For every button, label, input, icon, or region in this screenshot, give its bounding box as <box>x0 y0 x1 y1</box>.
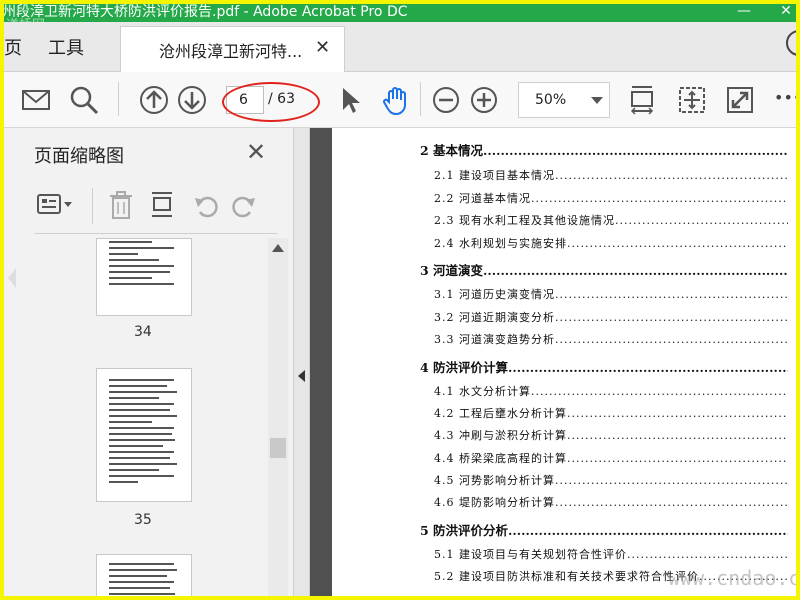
toc-entry: 4.1 水文分析计算..............................… <box>434 385 788 398</box>
toc-entry: 4.3 冲刷与淤积分析计算...........................… <box>434 429 788 442</box>
thumbnail-text-lines <box>109 241 181 289</box>
tab-bar: 页 工具 沧州段漳卫新河特... ✕ ? <box>0 22 800 72</box>
toc-entry: 2.3 现有水利工程及其他设施情况.......................… <box>434 214 788 227</box>
toc-entry: 2.2 河道基本情况..............................… <box>434 192 788 205</box>
thumbnail-scrollbar[interactable] <box>268 238 288 600</box>
page-down-icon[interactable] <box>176 84 208 116</box>
search-icon[interactable] <box>68 84 100 116</box>
divider <box>34 233 278 234</box>
window-title: 州段漳卫新河特大桥防洪评价报告.pdf - Adobe Acrobat Pro … <box>2 4 408 20</box>
thumbnail-text-lines <box>109 379 181 487</box>
trash-icon[interactable] <box>108 190 134 220</box>
zoom-value: 50% <box>535 92 567 108</box>
tab-document-label: 沧州段漳卫新河特... <box>159 42 303 61</box>
full-screen-icon[interactable] <box>724 84 756 116</box>
thumbnail-page-36[interactable] <box>96 554 192 600</box>
scroll-up-arrow-icon[interactable] <box>272 244 284 252</box>
tab-home[interactable]: 页 <box>4 34 22 60</box>
scrollbar-thumb[interactable] <box>270 438 286 458</box>
toc-entry: 4.4 桥梁梁底高程的计算...........................… <box>434 452 788 465</box>
toc-entry: 4.6 堤防影响分析计算............................… <box>434 496 788 509</box>
pdf-page: 2 基本情况..................................… <box>332 128 800 600</box>
toc-entry: 5.1 建设项目与有关规划符合性评价......................… <box>434 548 788 561</box>
zoom-out-icon[interactable] <box>430 84 462 116</box>
thumbnail-page-number: 34 <box>134 324 152 340</box>
thumbnail-page-number: 35 <box>134 512 152 528</box>
rotate-view-icon[interactable] <box>676 84 708 116</box>
thumbnail-text-lines <box>109 563 181 599</box>
mail-icon[interactable] <box>20 84 52 116</box>
highlight-ellipse-annotation <box>222 82 320 122</box>
close-window-button[interactable]: ✕ <box>776 1 796 21</box>
minimize-button[interactable]: — <box>734 1 754 21</box>
thumbnail-page-34[interactable] <box>96 238 192 316</box>
toc-entry: 2.4 水利规划与实施安排...........................… <box>434 237 788 250</box>
document-view[interactable]: 2 基本情况..................................… <box>310 128 800 600</box>
toc-entry: 2.1 建设项目基本情况............................… <box>434 169 788 182</box>
toc-heading: 2 基本情况..................................… <box>420 143 788 158</box>
page-up-icon[interactable] <box>138 84 170 116</box>
panel-collapse-handle[interactable] <box>294 128 310 600</box>
toolbar-separator <box>420 82 421 116</box>
toc-heading: 3 河道演变..................................… <box>420 263 788 278</box>
thumbnail-options-icon[interactable] <box>36 192 76 220</box>
chevron-down-icon <box>591 97 603 104</box>
main-toolbar: 6 / 63 50% ••• <box>0 72 800 128</box>
collapse-arrow-icon <box>298 370 305 382</box>
thumbnail-toolbar <box>4 184 294 234</box>
panel-close-button[interactable]: ✕ <box>246 138 266 166</box>
toolbar-separator <box>118 82 119 116</box>
toc-entry: 3.1 河道历史演变情况............................… <box>434 288 788 301</box>
fit-page-icon[interactable] <box>626 84 658 116</box>
thumbnail-page-35[interactable] <box>96 368 192 502</box>
tab-document[interactable]: 沧州段漳卫新河特... ✕ <box>120 26 345 72</box>
tab-tools[interactable]: 工具 <box>48 34 84 60</box>
toolbar-separator <box>92 188 93 224</box>
zoom-in-icon[interactable] <box>468 84 500 116</box>
insert-page-icon[interactable] <box>148 190 176 220</box>
select-arrow-icon[interactable] <box>334 84 366 116</box>
toc-entry: 4.2 工程后壅水分析计算...........................… <box>434 407 788 420</box>
zoom-select[interactable]: 50% <box>518 82 610 118</box>
toc-heading: 4 防洪评价计算................................… <box>420 360 788 375</box>
toc-entry: 4.5 河势影响分析计算............................… <box>434 474 788 487</box>
rotate-clockwise-icon[interactable] <box>230 192 258 220</box>
rotate-counterclockwise-icon[interactable] <box>192 192 220 220</box>
watermark-bottom-right: www.cndao.com <box>668 566 800 590</box>
title-bar: 州段漳卫新河特大桥防洪评价报告.pdf - Adobe Acrobat Pro … <box>0 0 800 22</box>
thumbnail-list: 34 35 <box>4 238 266 600</box>
toc-entry: 3.3 河道演变趋势分析............................… <box>434 333 788 346</box>
more-icon[interactable]: ••• <box>774 88 800 107</box>
panel-title: 页面缩略图 <box>34 146 124 167</box>
help-button[interactable]: ? <box>786 30 800 56</box>
hand-icon[interactable] <box>380 84 412 116</box>
toc-heading: 5 防洪评价分析................................… <box>420 523 788 538</box>
thumbnails-panel: 页面缩略图 ✕ 34 35 <box>4 128 294 600</box>
toc-entry: 3.2 河道近期演变分析............................… <box>434 311 788 324</box>
tab-close-button[interactable]: ✕ <box>315 37 330 58</box>
